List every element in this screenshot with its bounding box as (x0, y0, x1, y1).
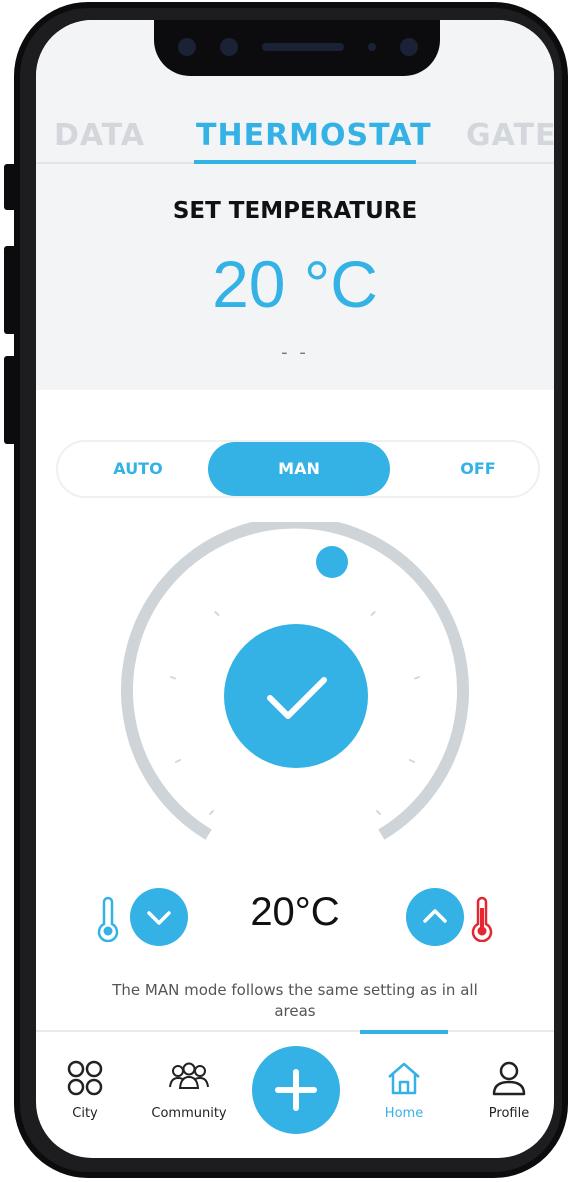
nav-city-label: City (72, 1106, 98, 1121)
set-temperature-secondary: - - (281, 342, 309, 363)
set-temperature-title: SET TEMPERATURE (172, 198, 418, 224)
tab-gate[interactable]: GATE (466, 118, 554, 153)
dial-tick (214, 611, 220, 616)
nav-city[interactable]: City (40, 1050, 130, 1130)
city-grid-icon (67, 1060, 103, 1096)
nav-community[interactable]: Community (144, 1050, 234, 1130)
thermometer-hot-icon (471, 896, 493, 942)
nav-profile[interactable]: Profile (464, 1050, 554, 1130)
nav-home[interactable]: Home (359, 1050, 449, 1130)
add-button[interactable] (252, 1046, 340, 1134)
active-tab-indicator (194, 160, 416, 164)
set-temperature-value: 20 °C (212, 247, 378, 321)
app-screen: DATA THERMOSTAT GATE SET TEMPERATURE 20 … (36, 20, 554, 1158)
temperature-controls: 20°C (36, 882, 554, 954)
mode-selector: AUTO MAN OFF (56, 440, 540, 498)
front-camera (400, 38, 418, 56)
tab-data[interactable]: DATA (54, 118, 145, 153)
mode-man-button[interactable]: MAN (208, 442, 390, 496)
dial-tick (175, 759, 181, 763)
mode-off-button[interactable]: OFF (418, 442, 538, 496)
bottom-nav-divider (36, 1030, 554, 1032)
tab-thermostat[interactable]: THERMOSTAT (196, 118, 432, 153)
dial-tick (414, 676, 420, 680)
active-nav-indicator (360, 1030, 448, 1034)
dial-tick (209, 810, 214, 815)
nav-profile-label: Profile (488, 1106, 530, 1121)
check-icon (267, 677, 327, 719)
phone-notch (154, 20, 440, 76)
sensor-dot (220, 38, 238, 56)
community-icon (169, 1062, 209, 1089)
thermometer-cold-icon (97, 896, 119, 942)
home-icon (388, 1062, 420, 1095)
mode-auto-button[interactable]: AUTO (78, 442, 198, 496)
increase-temp-button[interactable] (406, 888, 464, 946)
dial-handle (316, 546, 348, 578)
mode-description: The MAN mode follows the same setting as… (112, 981, 478, 1020)
nav-community-label: Community (151, 1106, 227, 1121)
decrease-temp-button[interactable] (130, 888, 188, 946)
speaker-grille (262, 43, 344, 51)
profile-icon (492, 1061, 526, 1096)
confirm-button[interactable] (224, 624, 368, 768)
dial-tick (370, 611, 376, 616)
current-temperature: 20°C (250, 890, 340, 934)
nav-home-label: Home (384, 1106, 424, 1121)
chevron-down-icon (147, 911, 171, 925)
plus-icon (275, 1069, 317, 1111)
dial-tick (409, 759, 415, 763)
dial-tick (170, 676, 176, 680)
sensor-dot (178, 38, 196, 56)
chevron-up-icon (423, 909, 447, 923)
sensor-dot (368, 43, 376, 51)
dial-tick (376, 810, 381, 815)
